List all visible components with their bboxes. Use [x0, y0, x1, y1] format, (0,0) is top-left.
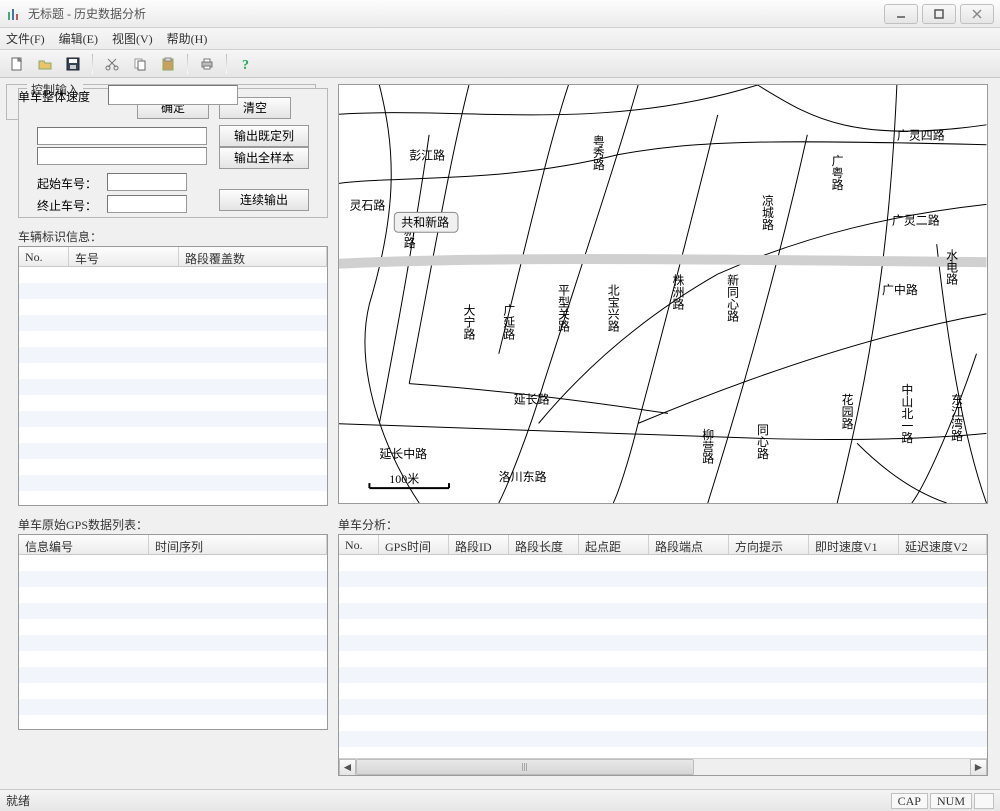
road-label: 洛川东路 [499, 469, 547, 484]
open-icon[interactable] [34, 53, 56, 75]
start-vehicle-input[interactable] [107, 173, 187, 191]
road-label: 凉城路 [761, 193, 775, 231]
input-2[interactable] [37, 147, 207, 165]
status-empty [974, 793, 994, 809]
scroll-thumb[interactable] [356, 759, 694, 775]
scroll-track[interactable] [356, 759, 970, 775]
copy-icon[interactable] [129, 53, 151, 75]
help-icon[interactable]: ? [235, 53, 257, 75]
road-label: 大宁路 [462, 303, 476, 340]
status-num: NUM [930, 793, 972, 809]
road-label: 广灵二路 [892, 212, 940, 227]
scroll-left-icon[interactable]: ◄ [339, 759, 356, 776]
col-cover[interactable]: 路段覆盖数 [179, 247, 327, 266]
app-icon [6, 6, 22, 22]
overall-speed-label: 单车整体速度 [18, 88, 90, 105]
toolbar: ? [0, 50, 1000, 78]
road-label: 广中路 [882, 282, 918, 297]
menu-file[interactable]: 文件(F) [6, 30, 45, 47]
col-gpstime[interactable]: GPS时间 [379, 535, 449, 554]
gps-list-label: 单车原始GPS数据列表： [18, 516, 148, 533]
col-start[interactable]: 起点距 [579, 535, 649, 554]
continuous-output-button[interactable]: 连续输出 [219, 189, 309, 211]
road-label: 彭江路 [409, 148, 445, 163]
map-svg: 彭江路 灵石路 粤秀路 广灵四路 广粤路 凉城路 广灵二路 水电路 广中路 新同… [339, 85, 987, 503]
toolbar-separator [226, 54, 227, 74]
road-label: 同心路 [756, 423, 770, 459]
analysis-rows [339, 555, 987, 758]
titlebar: 无标题 - 历史数据分析 [0, 0, 1000, 28]
output-preset-button[interactable]: 输出既定列 [219, 125, 309, 147]
road-label: 中山北一路 [900, 382, 914, 444]
analysis-table[interactable]: No. GPS时间 路段ID 路段长度 起点距 路段端点 方向提示 即时速度V1… [338, 534, 988, 776]
col-no[interactable]: No. [19, 247, 69, 266]
menu-help[interactable]: 帮助(H) [167, 30, 208, 47]
road-label: 花园路 [840, 392, 854, 430]
col-veh[interactable]: 车号 [69, 247, 179, 266]
col-seglen[interactable]: 路段长度 [509, 535, 579, 554]
svg-text:共和新路: 共和新路 [401, 214, 449, 229]
road-label: 延长中路 [379, 446, 427, 461]
road-label: 东江湾路 [950, 393, 964, 442]
col-v2[interactable]: 延迟速度V2 [899, 535, 987, 554]
start-vehicle-label: 起始车号： [37, 175, 97, 192]
road-label: 北宝兴路 [606, 284, 620, 333]
vehicle-info-table[interactable]: No. 车号 路段覆盖数 [18, 246, 328, 506]
input-1[interactable] [37, 127, 207, 145]
toolbar-separator [187, 54, 188, 74]
road-label: 水电路 [945, 249, 959, 286]
paste-icon[interactable] [157, 53, 179, 75]
output-all-button[interactable]: 输出全样本 [219, 147, 309, 169]
close-button[interactable] [960, 4, 994, 24]
end-vehicle-input[interactable] [107, 195, 187, 213]
vehicle-info-label: 车辆标识信息： [18, 228, 102, 245]
map-scale: 100米 [369, 472, 449, 488]
control-input-group: 控制输入 确定 清空 输出既定列 输出全样本 起始车号： 终止车号： 连续输出 [18, 88, 328, 218]
statusbar: 就绪 CAP NUM [0, 789, 1000, 811]
col-no[interactable]: No. [339, 535, 379, 554]
h-scrollbar[interactable]: ◄ ► [339, 758, 987, 775]
road-label: 延长路 [514, 391, 550, 406]
cut-icon[interactable] [101, 53, 123, 75]
menu-edit[interactable]: 编辑(E) [59, 30, 98, 47]
analysis-label: 单车分析： [338, 516, 398, 533]
map-tooltip: 共和新路 [394, 212, 458, 232]
road-label: 株洲路 [671, 273, 685, 311]
col-time[interactable]: 时间序列 [149, 535, 327, 554]
road-label: 柳营路 [701, 428, 715, 465]
menubar: 文件(F) 编辑(E) 视图(V) 帮助(H) [0, 28, 1000, 50]
overall-speed-value[interactable] [108, 85, 238, 105]
new-icon[interactable] [6, 53, 28, 75]
maximize-button[interactable] [922, 4, 956, 24]
road-label: 新同心路 [726, 273, 740, 323]
svg-text:100米: 100米 [389, 472, 419, 486]
status-ready: 就绪 [6, 792, 30, 809]
road-label: 灵石路 [350, 197, 386, 212]
road-label: 广延路 [502, 303, 516, 340]
end-vehicle-label: 终止车号： [37, 197, 97, 214]
road-label: 广灵四路 [897, 128, 945, 143]
vehicle-rows [19, 267, 327, 505]
col-info-id[interactable]: 信息编号 [19, 535, 149, 554]
scroll-right-icon[interactable]: ► [970, 759, 987, 776]
gps-rows [19, 555, 327, 729]
menu-view[interactable]: 视图(V) [112, 30, 153, 47]
svg-text:?: ? [242, 58, 249, 72]
save-icon[interactable] [62, 53, 84, 75]
print-icon[interactable] [196, 53, 218, 75]
window-title: 无标题 - 历史数据分析 [28, 5, 880, 22]
col-endpoint[interactable]: 路段端点 [649, 535, 729, 554]
col-v1[interactable]: 即时速度V1 [809, 535, 899, 554]
toolbar-separator [92, 54, 93, 74]
gps-list-table[interactable]: 信息编号 时间序列 [18, 534, 328, 730]
road-label: 粤秀路 [591, 133, 605, 171]
status-cap: CAP [891, 793, 928, 809]
road-label: 平型关路 [556, 284, 570, 332]
col-dir[interactable]: 方向提示 [729, 535, 809, 554]
col-segid[interactable]: 路段ID [449, 535, 509, 554]
road-label: 广粤路 [830, 154, 844, 191]
client-area: 控制输入 确定 清空 输出既定列 输出全样本 起始车号： 终止车号： 连续输出 … [0, 78, 1000, 789]
minimize-button[interactable] [884, 4, 918, 24]
map-panel[interactable]: 彭江路 灵石路 粤秀路 广灵四路 广粤路 凉城路 广灵二路 水电路 广中路 新同… [338, 84, 988, 504]
